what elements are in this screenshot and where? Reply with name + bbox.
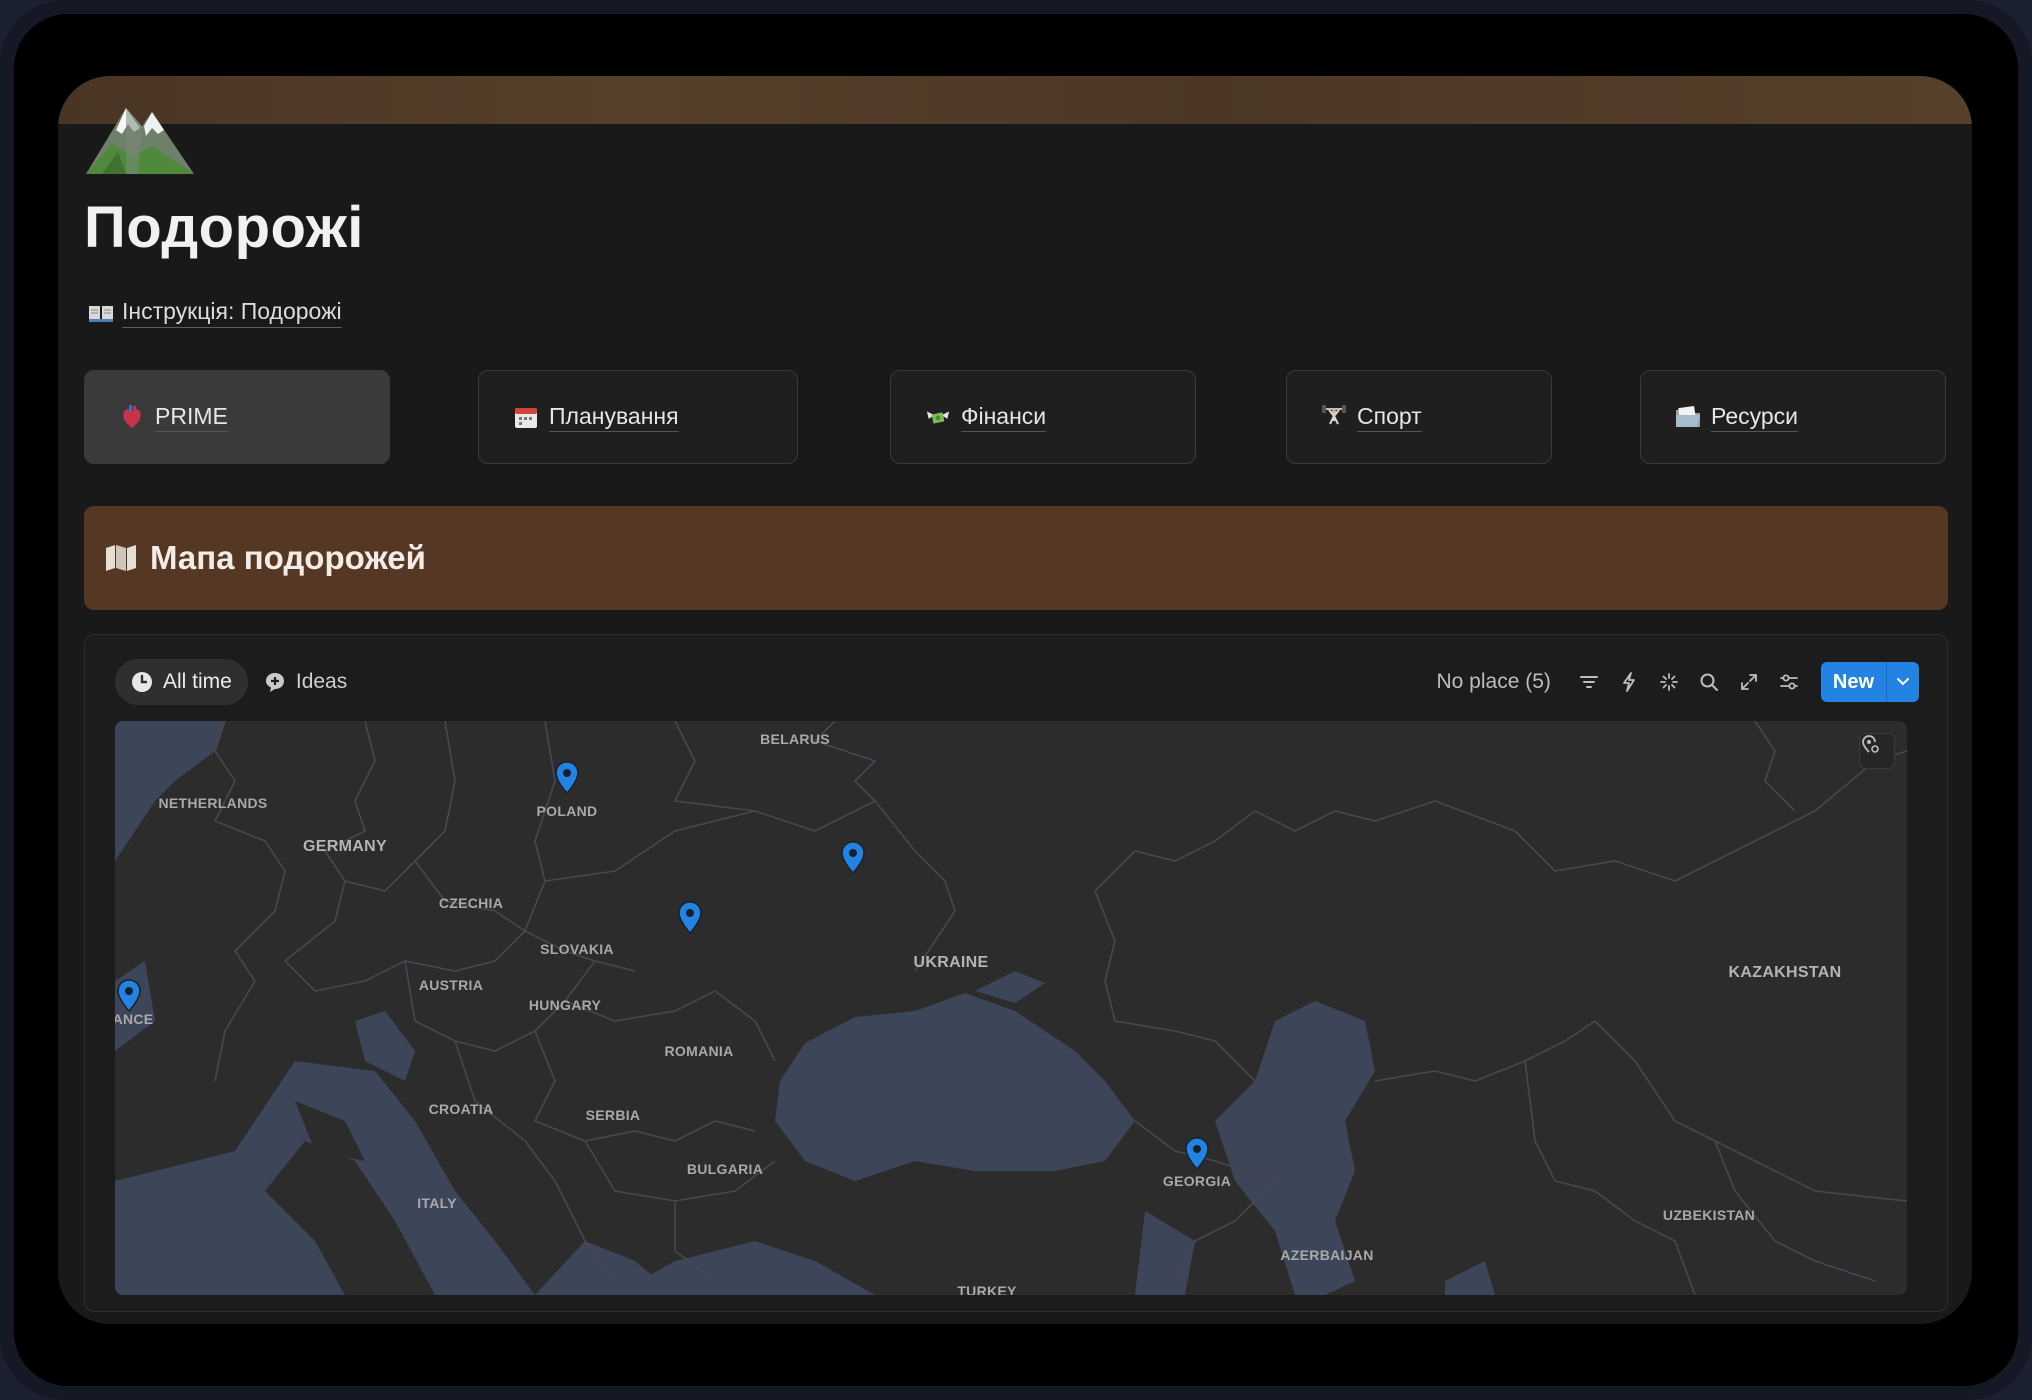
map-label-czechia: CZECHIA — [438, 895, 504, 911]
search-icon[interactable] — [1698, 671, 1720, 693]
location-settings-icon — [1862, 735, 1879, 753]
instruction-link-label: Інструкція: Подорожі — [122, 298, 342, 328]
new-button-group: New — [1820, 662, 1919, 702]
filter-icon[interactable] — [1578, 671, 1600, 693]
map-database: All time Ideas No place (5) New NETHERLA… — [84, 634, 1948, 1312]
map-label-slovakia: SLOVAKIA — [540, 941, 614, 957]
no-place-counter[interactable]: No place (5) — [1436, 670, 1550, 694]
nav-card-label: Фінанси — [961, 403, 1047, 432]
new-dropdown-button[interactable] — [1887, 662, 1919, 702]
view-tab-all-time[interactable]: All time — [115, 659, 248, 705]
map-pin-icon[interactable] — [840, 841, 866, 875]
map-pin-icon[interactable] — [677, 901, 703, 935]
money-wings-icon — [925, 404, 951, 430]
map-pin-icon[interactable] — [554, 761, 580, 795]
world-map-icon — [106, 545, 136, 571]
calendar-icon — [513, 404, 539, 430]
map-label-austria: AUSTRIA — [418, 977, 484, 993]
database-toolbar: All time Ideas No place (5) New — [115, 659, 1919, 705]
map-pin-icon[interactable] — [1184, 1137, 1210, 1171]
page-cover[interactable] — [58, 76, 1972, 124]
new-button[interactable]: New — [1821, 662, 1887, 702]
nav-card-finance[interactable]: Фінанси — [890, 370, 1196, 464]
banner-title: Мапа подорожей — [150, 539, 426, 576]
nav-card-sport[interactable]: Спорт — [1286, 370, 1552, 464]
map-label-croatia: CROATIA — [428, 1101, 494, 1117]
view-tab-label: Ideas — [295, 670, 348, 693]
nav-card-prime[interactable]: PRIME — [84, 370, 390, 464]
nav-card-label: PRIME — [155, 403, 228, 432]
nav-card-label: Ресурси — [1711, 403, 1799, 432]
expand-icon[interactable] — [1738, 671, 1760, 693]
map-label-azerbaijan: AZERBAIJAN — [1280, 1247, 1374, 1263]
map-geography — [115, 721, 1907, 1295]
anatomical-heart-icon — [119, 404, 145, 430]
map-label-uzbekistan: UZBEKISTAN — [1662, 1207, 1756, 1223]
weightlifter-icon — [1321, 404, 1347, 430]
travel-map[interactable]: NETHERLANDS GERMANY POLAND BELARUS CZECH… — [115, 721, 1907, 1295]
map-label-turkey: TURKEY — [957, 1283, 1017, 1295]
nav-card-planning[interactable]: Планування — [478, 370, 798, 464]
open-book-icon — [89, 306, 113, 322]
map-label-bulgaria: BULGARIA — [686, 1161, 764, 1177]
map-label-georgia: GEORGIA — [1162, 1173, 1232, 1189]
map-label-poland: POLAND — [536, 803, 598, 819]
map-label-netherlands: NETHERLANDS — [158, 795, 268, 811]
map-label-italy: ITALY — [417, 1195, 457, 1211]
automation-bolt-icon[interactable] — [1618, 671, 1640, 693]
map-label-france: ANCE — [115, 1011, 154, 1027]
view-tab-label: All time — [163, 670, 232, 693]
map-pin-icon[interactable] — [116, 979, 142, 1013]
view-tab-ideas[interactable]: Ideas — [248, 659, 363, 705]
map-label-romania: ROMANIA — [664, 1043, 734, 1059]
settings-sliders-icon[interactable] — [1778, 671, 1800, 693]
nav-card-label: Спорт — [1357, 403, 1422, 432]
nav-card-resources[interactable]: Ресурси — [1640, 370, 1946, 464]
notion-page: Подорожі Інструкція: Подорожі PRIME План… — [58, 76, 1972, 1324]
thought-bubble-icon — [265, 673, 284, 692]
chevron-down-icon — [1897, 678, 1909, 686]
instruction-link[interactable]: Інструкція: Подорожі — [88, 298, 342, 328]
map-label-kazakhstan: KAZAKHSTAN — [1728, 964, 1842, 981]
ai-sparkle-icon[interactable] — [1658, 671, 1680, 693]
map-location-button[interactable] — [1859, 733, 1895, 769]
nav-card-label: Планування — [549, 403, 679, 432]
map-label-ukraine: UKRAINE — [913, 954, 989, 971]
folder-icon — [1675, 404, 1701, 430]
page-title: Подорожі — [84, 195, 364, 260]
clock-icon — [132, 672, 152, 692]
map-label-hungary: HUNGARY — [528, 997, 602, 1013]
mountain-icon[interactable] — [82, 86, 198, 178]
map-banner: Мапа подорожей — [84, 506, 1948, 610]
map-label-germany: GERMANY — [303, 838, 387, 855]
map-label-serbia: SERBIA — [585, 1107, 641, 1123]
map-label-belarus: BELARUS — [760, 731, 830, 747]
